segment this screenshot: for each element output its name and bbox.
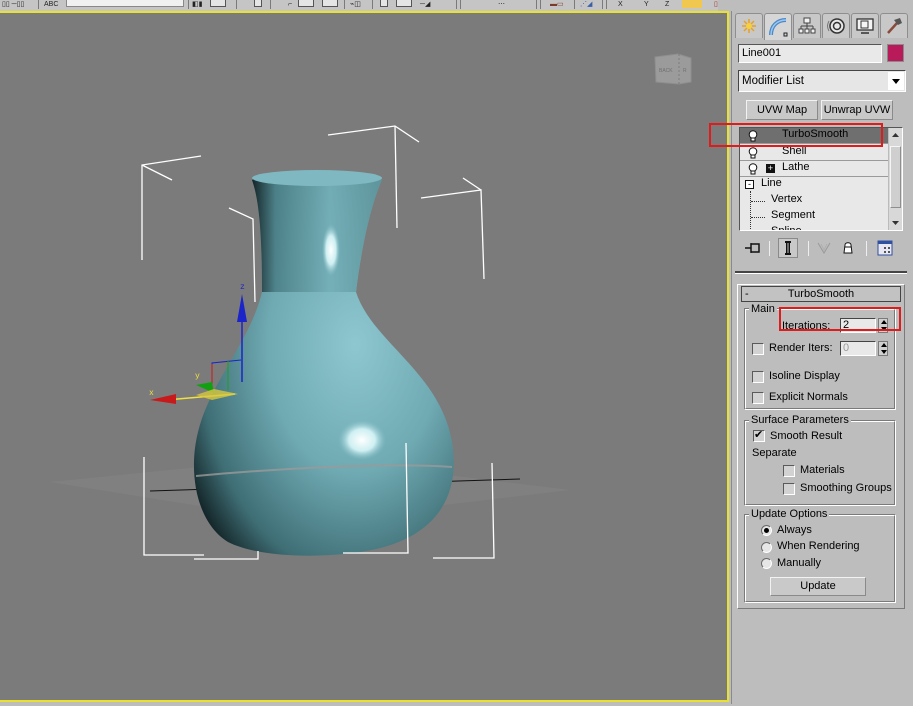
render-iters-input[interactable]: 0	[840, 341, 876, 356]
iterations-label: Iterations:	[782, 320, 831, 332]
toolbar-separator	[866, 241, 867, 256]
tab-create[interactable]	[735, 13, 763, 38]
monitor-icon	[856, 18, 874, 34]
tab-motion[interactable]	[822, 13, 850, 38]
motion-disc-icon	[827, 18, 845, 34]
stack-subitem-vertex[interactable]: Vertex	[740, 193, 888, 209]
explicit-normals-checkbox[interactable]	[752, 392, 764, 404]
separate-label: Separate	[752, 447, 797, 459]
viewport-scene: z y x BACK R	[50, 53, 692, 560]
toolbar-empty-area	[718, 0, 913, 11]
chevron-down-icon[interactable]	[888, 72, 904, 90]
make-unique-icon[interactable]	[814, 238, 834, 258]
scrollbar-thumb[interactable]	[890, 146, 901, 208]
lightbulb-icon[interactable]	[748, 163, 758, 175]
materials-label: Materials	[800, 464, 845, 476]
collapse-minus-icon[interactable]: -	[745, 180, 754, 189]
radio-always-label: Always	[777, 524, 812, 536]
stack-subitem-segment[interactable]: Segment	[740, 209, 888, 225]
modifier-list-label: Modifier List	[742, 75, 804, 87]
stack-toolbar	[739, 238, 905, 260]
configure-sets-icon[interactable]	[875, 238, 895, 258]
x-axis-arrow[interactable]	[150, 394, 176, 404]
z-axis-arrow[interactable]	[237, 294, 247, 322]
rollout-header-turbosmooth[interactable]: - TurboSmooth	[741, 286, 901, 302]
render-iters-checkbox[interactable]	[752, 343, 764, 355]
y-axis-label: y	[195, 372, 200, 381]
remove-modifier-icon[interactable]	[838, 238, 858, 258]
modifier-list-dropdown[interactable]: Modifier List	[738, 70, 906, 92]
radio-when-rendering-label: When Rendering	[777, 540, 860, 552]
rollout-collapse-icon[interactable]: -	[745, 287, 749, 301]
pin-stack-icon[interactable]	[743, 238, 763, 258]
stack-item-line[interactable]: - Line	[740, 177, 888, 193]
group-title-surface-parameters: Surface Parameters	[749, 414, 851, 426]
tab-utilities[interactable]	[880, 13, 908, 38]
sun-star-icon	[742, 19, 756, 33]
iterations-spinner[interactable]	[878, 318, 888, 333]
stack-scrollbar[interactable]	[888, 128, 902, 230]
show-end-result-icon[interactable]	[778, 238, 798, 258]
specular-highlight	[322, 224, 340, 276]
render-iters-spinner[interactable]	[878, 341, 888, 356]
curve-bend-icon	[769, 18, 788, 37]
perspective-viewport[interactable]: z y x BACK R	[0, 11, 729, 702]
stack-item-shell[interactable]: Shell	[740, 145, 888, 161]
stack-subitem-spline[interactable]: Spline	[740, 225, 888, 230]
iterations-input[interactable]: 2	[840, 318, 876, 333]
group-title-update-options: Update Options	[749, 508, 830, 520]
update-button[interactable]: Update	[770, 577, 866, 596]
render-iters-label: Render Iters:	[769, 342, 833, 354]
specular-highlight	[338, 420, 386, 460]
stack-item-turbosmooth[interactable]: TurboSmooth	[740, 128, 888, 144]
viewcube-side-label: R	[683, 68, 687, 74]
toolbar-separator	[808, 241, 809, 256]
viewcube[interactable]: BACK R	[654, 53, 692, 85]
viewcube-back-label: BACK	[659, 68, 673, 74]
radio-manually[interactable]	[761, 558, 772, 569]
tab-modify[interactable]	[764, 13, 792, 40]
isoline-display-checkbox[interactable]	[752, 371, 764, 383]
explicit-normals-label: Explicit Normals	[769, 391, 848, 403]
unwrap-uvw-button[interactable]: Unwrap UVW	[821, 100, 893, 120]
hammer-icon	[887, 18, 902, 34]
vase-object[interactable]	[193, 170, 454, 556]
expand-plus-icon[interactable]: +	[766, 164, 775, 173]
scroll-up-icon[interactable]	[892, 133, 899, 137]
smoothing-groups-checkbox[interactable]	[783, 483, 795, 495]
modifier-stack: TurboSmooth Shell + Lathe - Line Vertex …	[739, 127, 903, 231]
rollout-title: TurboSmooth	[787, 288, 855, 300]
group-title-main: Main	[749, 303, 777, 315]
panel-divider	[735, 271, 907, 274]
smoothing-groups-label: Smoothing Groups	[800, 482, 892, 494]
toolbar-separator	[769, 241, 770, 256]
hierarchy-icon	[798, 17, 816, 34]
lightbulb-icon[interactable]	[748, 147, 758, 159]
smooth-result-label: Smooth Result	[770, 430, 843, 442]
isoline-display-label: Isoline Display	[769, 370, 840, 382]
object-name-field[interactable]: Line001	[738, 44, 882, 63]
uvw-map-button[interactable]: UVW Map	[746, 100, 818, 120]
radio-always[interactable]	[761, 525, 772, 536]
smooth-result-checkbox[interactable]	[753, 428, 765, 442]
x-axis-label: x	[149, 389, 154, 398]
lightbulb-icon[interactable]	[748, 130, 758, 142]
object-color-swatch[interactable]	[887, 44, 904, 62]
scroll-down-icon[interactable]	[892, 221, 899, 225]
tab-display[interactable]	[851, 13, 879, 38]
tab-hierarchy[interactable]	[793, 13, 821, 38]
radio-manually-label: Manually	[777, 557, 822, 569]
radio-when-rendering[interactable]	[761, 542, 772, 553]
command-panel-tabs	[735, 13, 913, 40]
z-axis-label: z	[240, 283, 245, 292]
materials-checkbox[interactable]	[783, 465, 795, 477]
stack-item-lathe[interactable]: + Lathe	[740, 161, 888, 177]
